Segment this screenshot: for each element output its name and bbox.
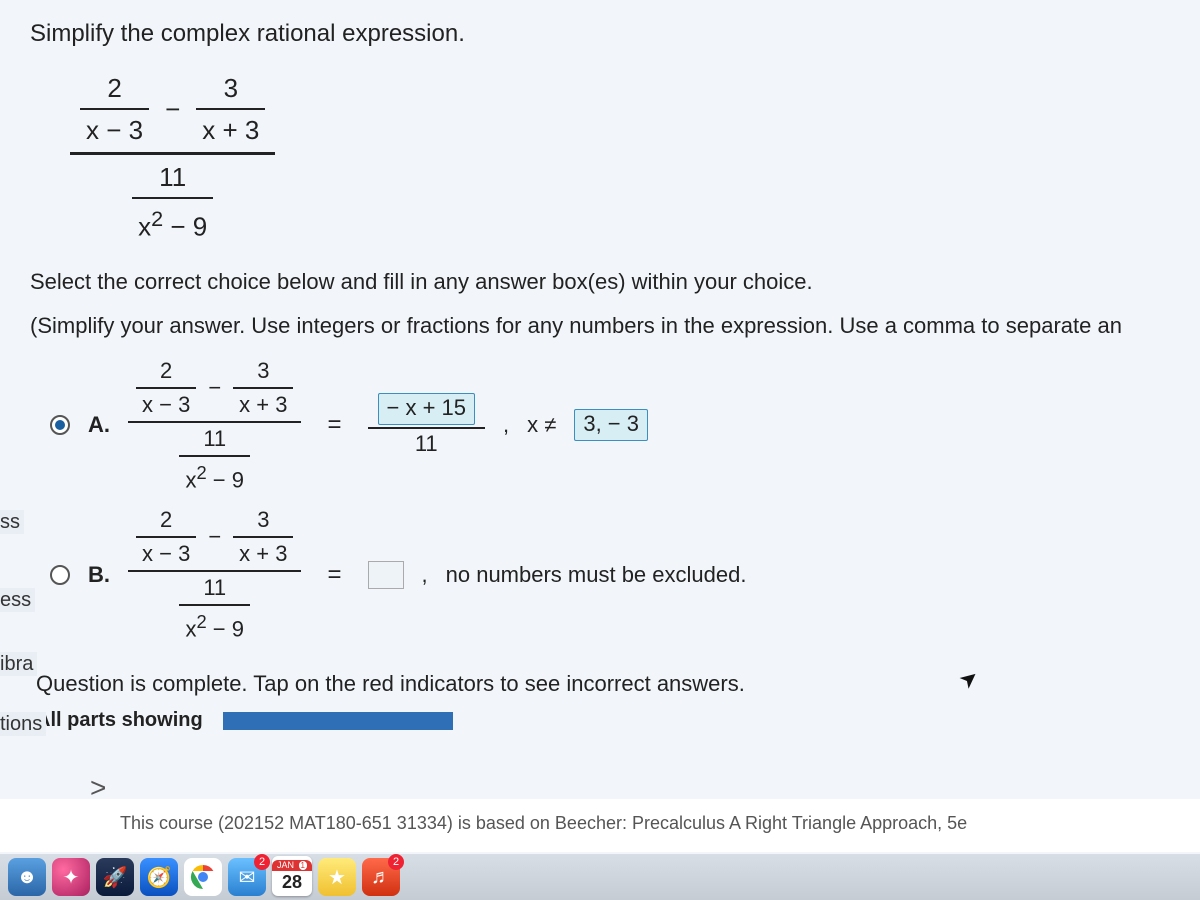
dock-finder-icon[interactable]: ☻ — [8, 858, 46, 896]
radio-b[interactable] — [50, 565, 70, 585]
dock-calendar-icon[interactable]: JAN 1 28 — [272, 856, 312, 896]
choice-b[interactable]: B. 2 x − 3 − 3 x + 3 — [50, 504, 1190, 645]
dock-mail-icon[interactable]: ✉ 2 — [228, 858, 266, 896]
question-prompt: Simplify the complex rational expression… — [30, 20, 1190, 48]
fraction-11-over-x2-minus-9: 11 x2 − 9 — [132, 159, 213, 245]
x-not-equal-label: x ≠ — [527, 412, 556, 438]
choice-a-expression: 2 x − 3 − 3 x + 3 11 — [128, 355, 301, 496]
answer-fraction-a: − x + 15 11 — [368, 391, 486, 459]
instructions-line-2: (Simplify your answer. Use integers or f… — [30, 311, 1190, 341]
dock-launchpad-icon[interactable]: 🚀 — [96, 858, 134, 896]
sidebar-fragment: ss — [0, 510, 24, 534]
course-info-footer: This course (202152 MAT180-651 31334) is… — [0, 799, 1200, 852]
choice-b-comma: , — [422, 562, 428, 588]
answer-numerator-box[interactable]: − x + 15 — [378, 393, 476, 425]
mail-badge: 2 — [254, 854, 270, 870]
choice-a[interactable]: A. 2 x − 3 − 3 x + 3 — [50, 355, 1190, 496]
choice-b-expression: 2 x − 3 − 3 x + 3 11 — [128, 504, 301, 645]
progress-bar — [223, 712, 453, 730]
dock-safari-icon[interactable]: 🧭 — [140, 858, 178, 896]
app-badge: 2 — [388, 854, 404, 870]
choice-a-label: A. — [88, 412, 110, 438]
macos-dock: ☻ ✦ 🚀 🧭 ✉ 2 JAN 1 28 ★ ♬ 2 — [0, 854, 1200, 900]
sidebar-fragment: ess — [0, 588, 35, 612]
main-expression: 2 x − 3 − 3 x + 3 11 x2 − 9 — [70, 66, 1190, 249]
sidebar-fragment: ibra — [0, 652, 37, 676]
exclusion-box[interactable]: 3, − 3 — [574, 409, 648, 441]
dock-app-icon[interactable]: ✦ — [52, 858, 90, 896]
calendar-month-label: JAN 1 — [272, 860, 312, 871]
answer-box-b[interactable] — [368, 561, 404, 589]
equals-sign-a: = — [319, 411, 349, 439]
dock-chrome-icon[interactable] — [184, 858, 222, 896]
parts-showing-label: All parts showing — [36, 709, 203, 732]
choice-a-comma: , — [503, 412, 509, 438]
instructions-line-1: Select the correct choice below and fill… — [30, 267, 1190, 297]
choice-b-exclusion-text: no numbers must be excluded. — [446, 562, 747, 588]
calendar-day-label: 28 — [282, 871, 302, 893]
choice-b-label: B. — [88, 562, 110, 588]
radio-a[interactable] — [50, 415, 70, 435]
feedback-message: Question is complete. Tap on the red ind… — [36, 671, 1190, 697]
sidebar-fragment: tions — [0, 712, 46, 736]
dock-app-icon[interactable]: ★ — [318, 858, 356, 896]
fraction-2-over-x-minus-3: 2 x − 3 — [80, 70, 149, 148]
dock-app-icon[interactable]: ♬ 2 — [362, 858, 400, 896]
fraction-3-over-x-plus-3: 3 x + 3 — [196, 70, 265, 148]
minus-operator: − — [159, 94, 186, 125]
equals-sign-b: = — [319, 561, 349, 589]
